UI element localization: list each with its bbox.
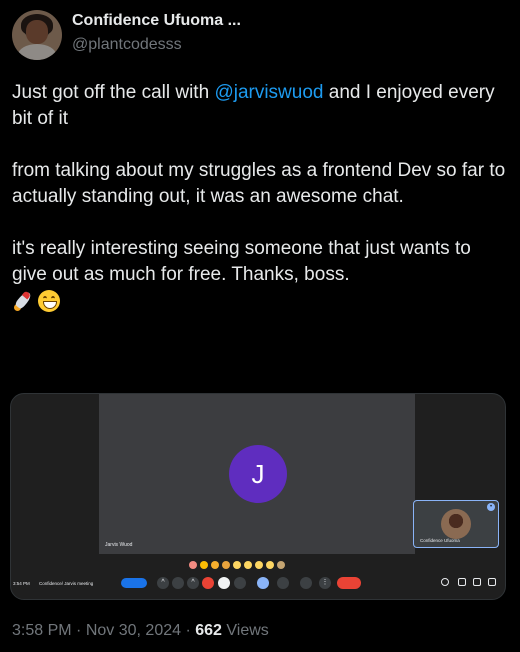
views-label: Views bbox=[226, 622, 269, 639]
emoji-icon bbox=[234, 577, 246, 589]
tweet-paragraph-1: Just got off the call with @jarviswuod a… bbox=[12, 80, 508, 132]
clap-reaction-icon bbox=[222, 561, 230, 569]
thumbs-down-reaction-icon bbox=[277, 561, 285, 569]
author-avatar[interactable] bbox=[12, 10, 62, 60]
chevron-up-icon: ^ bbox=[187, 577, 199, 589]
meet-clock: 3:54 PM bbox=[13, 581, 30, 586]
surprised-reaction-icon bbox=[244, 561, 252, 569]
tweet-meta: 3:58 PM · Nov 30, 2024 · 662 Views bbox=[12, 622, 269, 640]
tweet-text: Just got off the call with @jarviswuod a… bbox=[12, 80, 508, 314]
emoji-line bbox=[12, 288, 508, 314]
grin-face bbox=[38, 289, 60, 312]
meta-separator: · bbox=[76, 622, 82, 639]
meet-control-bar: 3:54 PM Confidence/ Jarvis meeting ^ ^ ⋮ bbox=[11, 574, 505, 596]
thumbs-up-reaction-icon bbox=[200, 561, 208, 569]
self-avatar bbox=[441, 509, 471, 539]
meet-main-tile: J Jarvis Wuod bbox=[99, 394, 415, 554]
more-options-icon: • bbox=[487, 503, 495, 511]
tweet-paragraph-3: it's really interesting seeing someone t… bbox=[12, 238, 471, 285]
tweet-paragraph-2: from talking about my struggles as a fro… bbox=[12, 160, 506, 207]
tweet-date[interactable]: Nov 30, 2024 bbox=[86, 622, 181, 639]
camera-off-icon bbox=[202, 577, 214, 589]
captions-icon bbox=[218, 577, 230, 589]
end-call-icon bbox=[337, 577, 361, 589]
party-reaction-icon bbox=[211, 561, 219, 569]
views-count: 662 bbox=[195, 622, 222, 639]
rocket-emoji bbox=[12, 290, 34, 312]
tweet-text-segment: Just got off the call with bbox=[12, 82, 215, 103]
tweet-header: Confidence Ufuoma ... @plantcodesss bbox=[12, 10, 508, 60]
avatar-face bbox=[26, 20, 48, 44]
info-icon bbox=[441, 578, 449, 586]
avatar-shirt bbox=[18, 44, 56, 60]
chat-icon bbox=[473, 578, 481, 586]
meta-separator: · bbox=[185, 622, 191, 639]
mention-link[interactable]: @jarviswuod bbox=[214, 82, 323, 103]
activities-icon bbox=[488, 578, 496, 586]
participant-avatar: J bbox=[229, 445, 287, 503]
live-captions-pill bbox=[121, 578, 147, 588]
reactions-bar bbox=[189, 561, 285, 569]
chevron-up-icon: ^ bbox=[157, 577, 169, 589]
author-display-name[interactable]: Confidence Ufuoma ... bbox=[72, 12, 241, 30]
self-view-tile: • Confidence Ufuoma bbox=[413, 500, 499, 548]
grinning-face-emoji bbox=[38, 289, 60, 312]
heart-reaction-icon bbox=[189, 561, 197, 569]
author-handle[interactable]: @plantcodesss bbox=[72, 36, 182, 54]
microphone-icon bbox=[172, 577, 184, 589]
laugh-reaction-icon bbox=[233, 561, 241, 569]
self-name: Confidence Ufuoma bbox=[420, 538, 460, 543]
more-vert-icon: ⋮ bbox=[319, 577, 331, 589]
sad-reaction-icon bbox=[255, 561, 263, 569]
screen-share-icon bbox=[300, 577, 312, 589]
raise-hand-icon bbox=[277, 577, 289, 589]
participant-name: Jarvis Wuod bbox=[105, 542, 133, 548]
people-icon bbox=[458, 578, 466, 586]
thinking-reaction-icon bbox=[266, 561, 274, 569]
tweet-time[interactable]: 3:58 PM bbox=[12, 622, 72, 639]
present-icon bbox=[257, 577, 269, 589]
grin-mouth bbox=[43, 300, 57, 309]
meet-title: Confidence/ Jarvis meeting bbox=[39, 581, 94, 586]
attached-screenshot[interactable]: J Jarvis Wuod • Confidence Ufuoma 3:54 P… bbox=[10, 393, 506, 600]
